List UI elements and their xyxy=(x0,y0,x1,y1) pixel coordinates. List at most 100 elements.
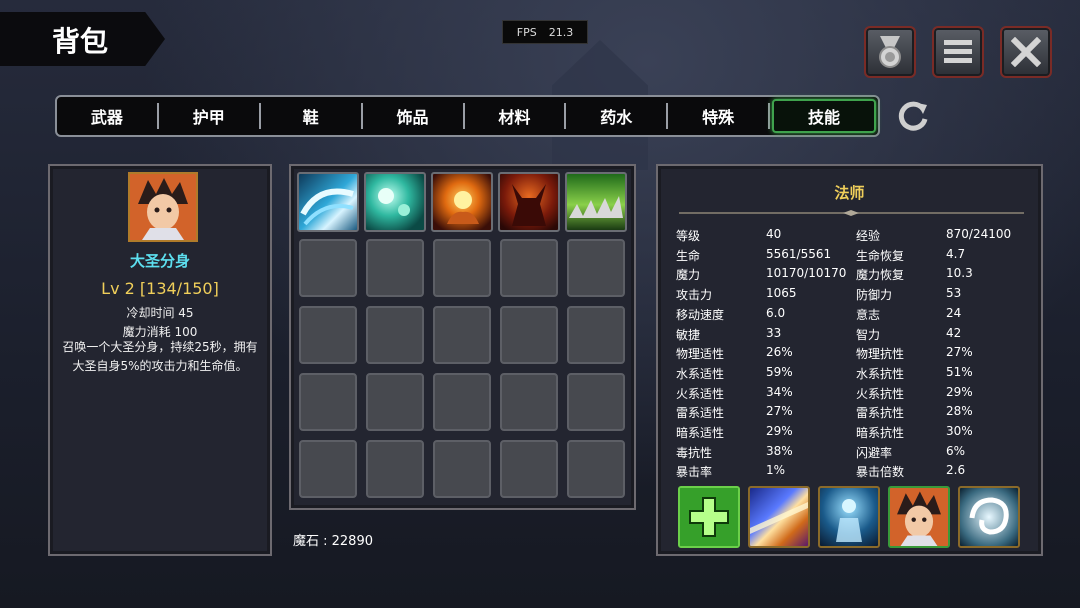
stat-label: 防御力 xyxy=(856,288,893,303)
stat-label: 暴击倍数 xyxy=(856,465,905,480)
tab-potions[interactable]: 药水 xyxy=(566,103,669,129)
inventory-slot[interactable] xyxy=(433,239,491,297)
skill-slot-demon-shadow[interactable] xyxy=(498,172,560,232)
green-spikes-icon xyxy=(569,196,623,218)
skill-detail-panel: 大圣分身 Lv 2 [134/150] 冷却时间 45 魔力消耗 100 召唤一… xyxy=(48,164,272,556)
character-class: 法师 xyxy=(834,184,865,202)
inventory-slot[interactable] xyxy=(433,373,491,431)
refresh-icon[interactable] xyxy=(893,97,933,137)
inventory-slot[interactable] xyxy=(567,239,625,297)
stat-label: 经验 xyxy=(856,229,881,243)
skill-slot-water-wave[interactable] xyxy=(297,172,359,232)
water-wave-icon xyxy=(300,188,354,226)
ornament-divider xyxy=(679,210,1024,216)
stat-value: 1065 xyxy=(766,286,797,301)
character-stats-panel: 法师 等级 40 经验 870/24100 生命 5561/5561 生命恢复 4.7 魔力 10… xyxy=(656,164,1043,556)
stat-value: 24 xyxy=(946,305,962,320)
menu-button[interactable] xyxy=(932,26,984,78)
skill-level: Lv 2 [134/150] xyxy=(101,279,219,298)
fire-palm-icon xyxy=(447,191,479,224)
close-button[interactable] xyxy=(1000,26,1052,78)
stat-value: 6.0 xyxy=(766,305,786,320)
stat-value: 51% xyxy=(946,364,973,379)
skill-description: 召唤一个大圣分身，持续25秒，拥有 大圣自身5%的攻击力和生命值。 xyxy=(60,338,260,376)
stat-value: 34% xyxy=(766,384,793,399)
stat-label: 水系抗性 xyxy=(856,366,905,381)
stat-label: 闪避率 xyxy=(856,445,893,460)
inventory-slot[interactable] xyxy=(299,239,357,297)
stat-value: 29% xyxy=(946,384,973,399)
equipped-skill-spirit-body[interactable] xyxy=(818,486,880,548)
menu-icon xyxy=(944,40,972,63)
tab-special[interactable]: 特殊 xyxy=(668,103,771,129)
inventory-slot[interactable] xyxy=(500,239,558,297)
inventory-slot[interactable] xyxy=(500,306,558,364)
inventory-slot[interactable] xyxy=(567,440,625,498)
clone-portrait-icon xyxy=(130,174,196,240)
inventory-slot[interactable] xyxy=(567,306,625,364)
stat-label: 水系适性 xyxy=(676,366,725,381)
inventory-slot[interactable] xyxy=(299,306,357,364)
skill-description-line: 召唤一个大圣分身，持续25秒，拥有 xyxy=(62,340,258,354)
spirit-body-icon xyxy=(836,499,862,542)
inventory-slot[interactable] xyxy=(366,306,424,364)
clone-portrait-icon xyxy=(890,488,948,546)
tab-armor[interactable]: 护甲 xyxy=(159,103,261,129)
inventory-slot[interactable] xyxy=(433,306,491,364)
inventory-slot[interactable] xyxy=(500,373,558,431)
stat-value: 59% xyxy=(766,364,793,379)
stat-label: 暗系抗性 xyxy=(856,426,905,440)
equipped-skill-clone-portrait[interactable] xyxy=(888,486,950,548)
inventory-slot[interactable] xyxy=(299,373,357,431)
stat-value: 30% xyxy=(946,424,973,438)
stat-value: 27% xyxy=(946,345,973,360)
stat-label: 智力 xyxy=(856,327,881,342)
inventory-slot[interactable] xyxy=(366,239,424,297)
stat-label: 生命 xyxy=(676,248,701,263)
stat-label: 移动速度 xyxy=(676,307,725,322)
stat-value: 4.7 xyxy=(946,246,966,261)
stat-value: 38% xyxy=(766,443,793,458)
stat-label: 物理抗性 xyxy=(856,347,905,362)
tab-weapons[interactable]: 武器 xyxy=(57,103,159,129)
inventory-slot[interactable] xyxy=(366,373,424,431)
inventory-grid-panel xyxy=(289,164,636,510)
equipped-skill-whirlwind[interactable] xyxy=(958,486,1020,548)
skill-slot-teal-burst[interactable] xyxy=(364,172,426,232)
inventory-slot[interactable] xyxy=(567,373,625,431)
light-beam-icon xyxy=(750,502,808,534)
tab-materials[interactable]: 材料 xyxy=(465,103,567,129)
inventory-slot[interactable] xyxy=(500,440,558,498)
equipped-skill-heal-plus[interactable] xyxy=(678,486,740,548)
stat-value: 870/24100 xyxy=(946,227,1012,241)
skill-slot-fire-palm[interactable] xyxy=(431,172,493,232)
stat-label: 生命恢复 xyxy=(856,248,905,263)
stat-value: 27% xyxy=(766,404,793,419)
stat-label: 等级 xyxy=(676,229,701,243)
equipped-skill-light-beam[interactable] xyxy=(748,486,810,548)
stat-value: 42 xyxy=(946,325,962,340)
tab-skills[interactable]: 技能 xyxy=(772,99,876,133)
stat-label: 火系适性 xyxy=(676,386,725,401)
stat-label: 敏捷 xyxy=(676,327,701,342)
medal-button[interactable] xyxy=(864,26,916,78)
fps-value: 21.3 xyxy=(548,25,574,39)
stat-label: 物理适性 xyxy=(676,347,725,362)
medal-icon xyxy=(879,36,901,68)
tab-accessories[interactable]: 饰品 xyxy=(363,103,465,129)
inventory-slot[interactable] xyxy=(299,440,357,498)
stat-value: 29% xyxy=(766,424,793,438)
close-icon xyxy=(1011,37,1041,67)
stat-label: 暴击率 xyxy=(676,465,713,480)
stat-label: 魔力 xyxy=(676,268,701,283)
magic-stone-count: 魔石 : 22890 xyxy=(293,534,373,549)
whirlwind-icon xyxy=(969,497,1009,535)
heal-plus-icon xyxy=(680,488,738,546)
inventory-slot[interactable] xyxy=(366,440,424,498)
skill-slot-green-spikes[interactable] xyxy=(565,172,627,232)
inventory-slot[interactable] xyxy=(433,440,491,498)
stat-value: 53 xyxy=(946,286,962,301)
tab-shoes[interactable]: 鞋 xyxy=(261,103,363,129)
stat-value: 26% xyxy=(766,345,793,360)
stat-label: 雷系适性 xyxy=(676,406,725,421)
